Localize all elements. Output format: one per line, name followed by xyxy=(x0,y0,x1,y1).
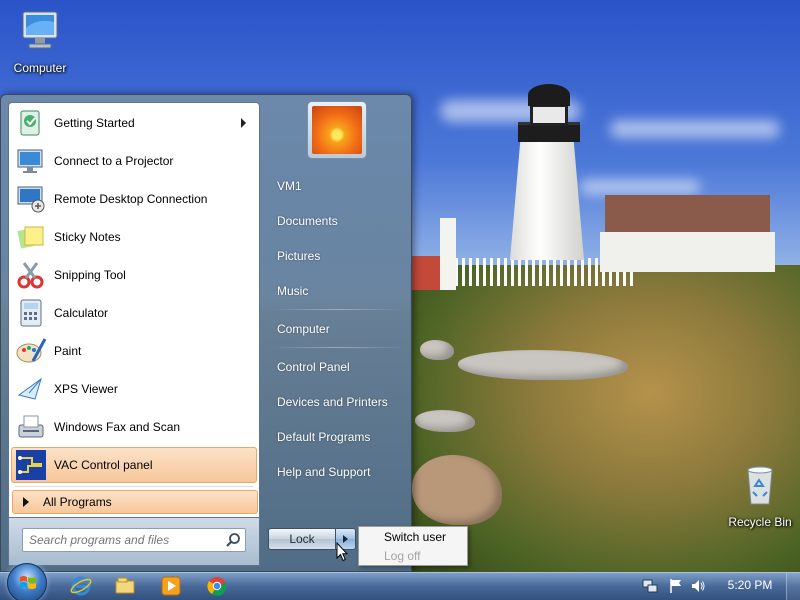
projector-icon xyxy=(17,149,43,173)
right-link-vm1[interactable]: VM1 xyxy=(267,173,407,199)
taskbar-internet-explorer[interactable] xyxy=(60,574,102,598)
mouse-cursor-icon xyxy=(336,542,348,562)
network-icon[interactable] xyxy=(642,578,658,594)
start-button[interactable] xyxy=(7,563,47,600)
flower-avatar-image xyxy=(312,106,362,154)
program-item-xps-viewer[interactable]: XPS Viewer xyxy=(11,371,257,407)
sticky-notes-icon xyxy=(17,226,44,249)
keeper-house-wall xyxy=(600,232,775,272)
media-player-icon xyxy=(161,576,181,596)
divider xyxy=(271,347,403,348)
getting-started-icon xyxy=(20,110,40,136)
chrome-icon xyxy=(207,577,227,596)
snipping-tool-icon xyxy=(17,262,44,289)
white-chimney xyxy=(440,218,456,290)
search-box[interactable] xyxy=(22,528,246,552)
program-label: Calculator xyxy=(54,306,109,320)
volume-icon[interactable] xyxy=(690,578,706,594)
desktop-icon-label: Recycle Bin xyxy=(728,515,792,529)
recycle-bin-icon xyxy=(747,466,773,505)
program-item-remote-desktop[interactable]: Remote Desktop Connection xyxy=(11,181,257,217)
program-item-getting-started[interactable]: Getting Started xyxy=(11,105,257,141)
rock xyxy=(415,410,475,432)
program-item-paint[interactable]: Paint xyxy=(11,333,257,369)
remote-desktop-icon xyxy=(17,186,45,213)
search-icon[interactable] xyxy=(225,532,241,548)
right-link-control-panel[interactable]: Control Panel xyxy=(267,354,407,380)
right-link-pictures[interactable]: Pictures xyxy=(267,243,407,269)
right-link-documents[interactable]: Documents xyxy=(267,208,407,234)
program-item-vac-control-panel[interactable]: VAC Control panel xyxy=(11,447,257,483)
program-label: Snipping Tool xyxy=(54,268,126,282)
menu-item-switch-user[interactable]: Switch user xyxy=(359,527,467,546)
program-item-connect-projector[interactable]: Connect to a Projector xyxy=(11,143,257,179)
menu-item-log-off: Log off xyxy=(384,548,421,563)
power-options-submenu: Switch user Log off xyxy=(358,526,468,566)
all-programs-label: All Programs xyxy=(43,495,112,509)
right-link-computer[interactable]: Computer xyxy=(267,316,407,342)
cloud xyxy=(580,180,700,194)
search-input[interactable] xyxy=(23,529,219,551)
program-label: Paint xyxy=(54,344,82,358)
lighthouse-tower xyxy=(510,140,584,260)
rock xyxy=(420,340,454,360)
program-label: Windows Fax and Scan xyxy=(54,420,181,434)
red-shed xyxy=(412,256,440,290)
desktop-icon-label: Computer xyxy=(13,61,67,75)
program-label: VAC Control panel xyxy=(54,458,153,472)
search-area xyxy=(8,518,260,566)
start-menu: Getting Started Connect to a Projector R… xyxy=(0,94,412,572)
taskbar-media-player[interactable] xyxy=(150,574,192,598)
program-item-fax-scan[interactable]: Windows Fax and Scan xyxy=(11,409,257,445)
desktop-icon-computer[interactable]: Computer xyxy=(0,8,80,75)
program-label: XPS Viewer xyxy=(54,382,118,396)
divider xyxy=(15,486,253,487)
all-programs-button[interactable]: All Programs xyxy=(12,490,258,514)
right-link-devices-printers[interactable]: Devices and Printers xyxy=(267,389,407,415)
rock xyxy=(458,350,628,380)
calculator-icon xyxy=(20,299,42,327)
program-label: Sticky Notes xyxy=(54,230,121,244)
taskbar-windows-explorer[interactable] xyxy=(104,574,146,598)
lock-button[interactable]: Lock xyxy=(268,528,336,550)
right-link-default-programs[interactable]: Default Programs xyxy=(267,424,407,450)
right-link-music[interactable]: Music xyxy=(267,278,407,304)
arrow-right-icon xyxy=(23,497,29,507)
internet-explorer-icon xyxy=(70,576,92,596)
paint-icon xyxy=(16,338,47,363)
taskbar-clock[interactable]: 5:20 PM xyxy=(720,578,780,594)
user-avatar[interactable] xyxy=(307,101,367,159)
program-label: Getting Started xyxy=(54,116,135,130)
right-link-help-support[interactable]: Help and Support xyxy=(267,459,407,485)
lighthouse-lantern xyxy=(530,104,568,126)
fax-scan-icon xyxy=(18,415,44,438)
windows-explorer-icon xyxy=(115,577,135,594)
action-center-flag-icon[interactable] xyxy=(668,578,684,594)
program-item-sticky-notes[interactable]: Sticky Notes xyxy=(11,219,257,255)
taskbar-chrome[interactable] xyxy=(196,574,238,598)
divider xyxy=(271,309,403,310)
program-item-calculator[interactable]: Calculator xyxy=(11,295,257,331)
program-label: Remote Desktop Connection xyxy=(54,192,208,206)
lighthouse-cap xyxy=(528,84,570,106)
keeper-house-roof xyxy=(605,195,770,235)
show-desktop-button[interactable] xyxy=(786,573,800,600)
cloud xyxy=(610,120,780,138)
computer-icon xyxy=(22,11,58,49)
desktop-icon-recycle-bin[interactable]: Recycle Bin xyxy=(720,462,800,529)
windows-logo-icon xyxy=(20,576,36,589)
xps-viewer-icon xyxy=(17,377,42,400)
program-item-snipping-tool[interactable]: Snipping Tool xyxy=(11,257,257,293)
vac-control-panel-icon xyxy=(16,450,46,480)
submenu-arrow-icon xyxy=(241,118,246,128)
start-menu-programs-pane: Getting Started Connect to a Projector R… xyxy=(8,102,260,518)
program-label: Connect to a Projector xyxy=(54,154,174,168)
